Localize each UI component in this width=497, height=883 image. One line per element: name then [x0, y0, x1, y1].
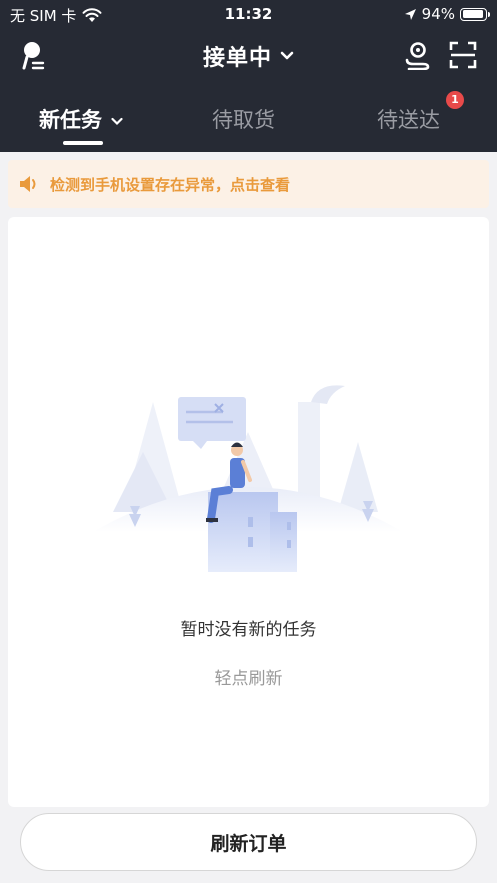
status-right: 94% — [404, 5, 490, 23]
tab-pickup[interactable]: 待取货 — [212, 104, 275, 134]
location-pin-icon[interactable] — [400, 38, 434, 72]
empty-title: 暂时没有新的任务 — [180, 620, 317, 640]
refresh-orders-button[interactable]: 刷新订单 — [20, 813, 477, 871]
status-bar: 无 SIM 卡 11:32 94% — [0, 0, 497, 30]
refresh-hint[interactable]: 轻点刷新 — [8, 664, 489, 689]
battery-percent: 94% — [421, 5, 455, 23]
scan-icon[interactable] — [446, 38, 480, 72]
delivery-count-badge: 1 — [446, 91, 464, 109]
settings-warning-banner[interactable]: 检测到手机设置存在异常，点击查看 — [8, 160, 489, 208]
location-arrow-icon — [404, 8, 416, 20]
chevron-down-icon — [111, 117, 123, 125]
chevron-down-icon — [280, 51, 294, 60]
app-header: 无 SIM 卡 11:32 94% 接单中 新任务 待取货 待送达 1 — [0, 0, 497, 152]
warning-text: 检测到手机设置存在异常，点击查看 — [50, 175, 291, 194]
tab-new-tasks[interactable]: 新任务 — [39, 104, 123, 134]
top-bar: 接单中 — [0, 34, 497, 78]
page-title: 接单中 — [202, 46, 272, 71]
battery-icon — [460, 7, 490, 21]
task-tabs: 新任务 待取货 待送达 — [0, 96, 497, 152]
empty-illustration — [93, 385, 403, 572]
task-list-panel[interactable]: 暂时没有新的任务 轻点刷新 — [8, 217, 489, 807]
battery-level — [462, 10, 484, 18]
active-tab-indicator — [63, 141, 103, 145]
speaker-icon — [20, 176, 36, 192]
tab-delivery[interactable]: 待送达 — [377, 104, 440, 134]
